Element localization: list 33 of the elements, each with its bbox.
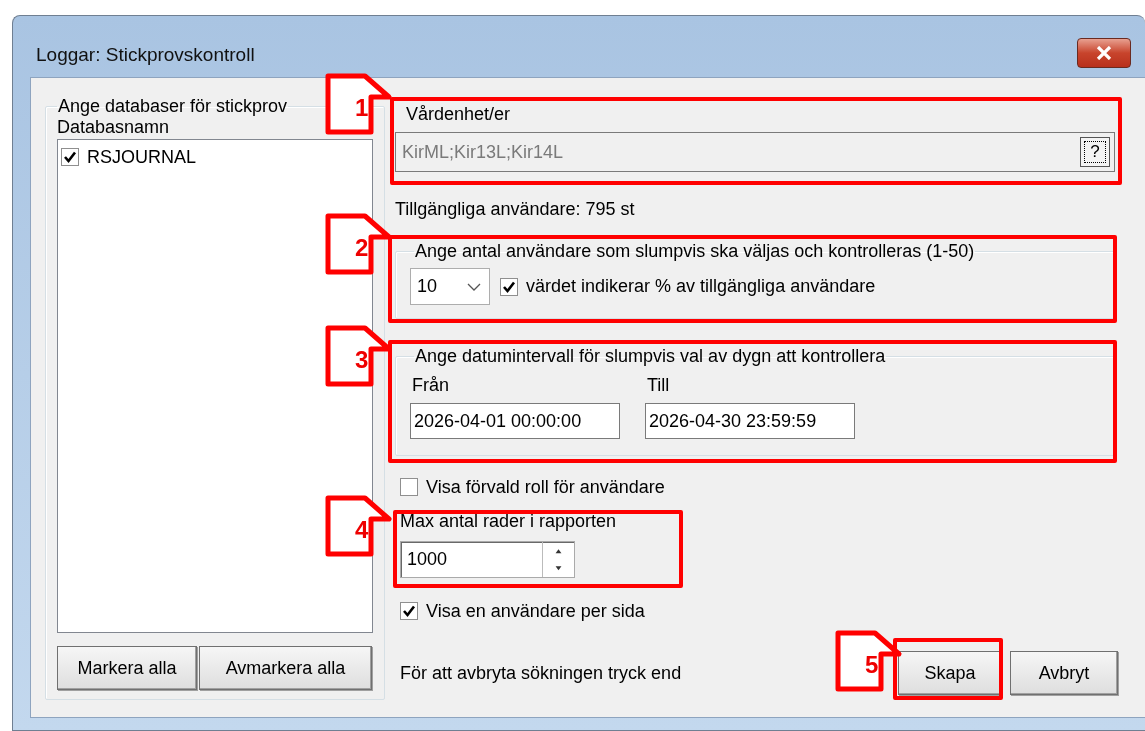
- number-spinner[interactable]: 1000: [400, 541, 575, 578]
- hint-text: För att avbryta sökningen tryck end: [400, 662, 682, 684]
- info-text: Tillgängliga användare: 795 st: [395, 198, 636, 221]
- checkbox-label[interactable]: Visa förvald roll för användare: [426, 476, 665, 498]
- close-icon: [1096, 46, 1112, 60]
- chevron-icon: [467, 282, 481, 291]
- count-dropdown[interactable]: 10: [410, 268, 490, 305]
- checked-checkbox[interactable]: [500, 277, 518, 296]
- field-label: Till: [646, 374, 671, 397]
- deselect-all-button[interactable]: Avmarkera alla: [199, 646, 372, 690]
- select-all-button[interactable]: Markera alla: [57, 646, 197, 690]
- field-label: Vårdenhet/er: [405, 103, 512, 126]
- checkbox-label[interactable]: RSJOURNAL: [87, 146, 197, 168]
- checkbox[interactable]: [400, 478, 418, 496]
- group-label: Ange databaser för stickprov: [57, 95, 289, 117]
- group-label: Ange antal användare som slumpvis ska väljas och kontrolleras (1-50): [414, 240, 976, 262]
- close-button[interactable]: [1077, 38, 1131, 68]
- cancel-button[interactable]: Avbryt: [1010, 651, 1118, 695]
- date-field[interactable]: 2026-04-30 23:59:59: [645, 403, 855, 439]
- window-title: Loggar: Stickprovskontroll: [36, 44, 256, 66]
- checked-checkbox[interactable]: [61, 148, 79, 166]
- field-label: Från: [411, 374, 450, 397]
- field-label: Max antal rader i rapporten: [400, 510, 618, 533]
- date-field[interactable]: 2026-04-01 00:00:00: [410, 403, 620, 439]
- callout-number: 4: [325, 495, 393, 557]
- group-label: Ange datumintervall för slumpvis val av dygn att kontrollera: [414, 345, 887, 367]
- create-button[interactable]: Skapa: [898, 651, 1002, 695]
- callout-number: 5: [835, 630, 903, 692]
- callout-number: 1: [325, 73, 393, 135]
- checkbox-label[interactable]: Visa en användare per sida: [426, 600, 645, 622]
- column-header: Databasnamn: [57, 116, 171, 139]
- checked-checkbox[interactable]: [400, 602, 418, 620]
- checkbox-label[interactable]: värdet indikerar % av tillgängliga användare: [526, 276, 876, 297]
